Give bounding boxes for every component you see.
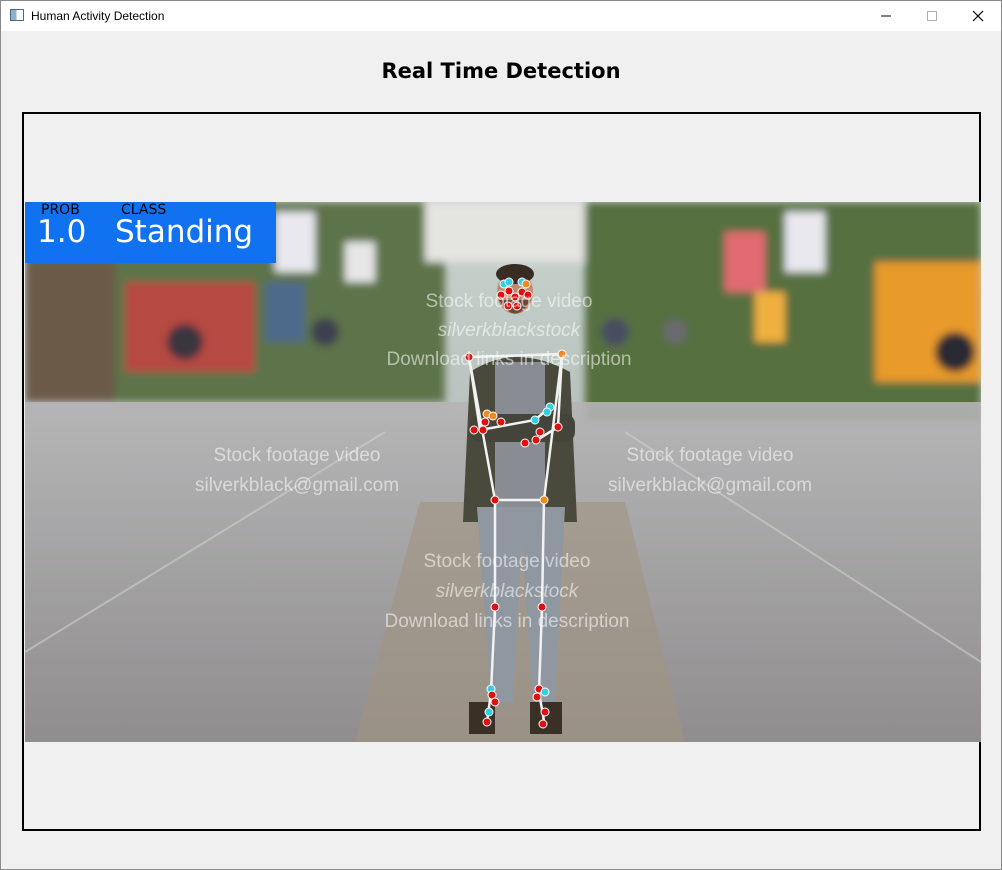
watermark-stock-right: Stock footage video (627, 445, 794, 466)
minimize-icon (881, 15, 891, 17)
pose-landmark-point (488, 411, 498, 421)
maximize-icon (927, 11, 937, 21)
watermark-stock-left: Stock footage video (214, 445, 381, 466)
watermark-stock-top: Stock footage video (426, 291, 593, 312)
watermark-brand-bottom: silverkblackstock (436, 581, 580, 602)
video-frame: Stock footage video silverkblackstock Do… (22, 112, 981, 831)
close-icon (972, 10, 984, 22)
close-button[interactable] (955, 1, 1001, 31)
watermark-brand-top: silverkblackstock (438, 320, 582, 341)
pose-landmark-point (537, 602, 547, 612)
pose-landmark-point (490, 495, 500, 505)
pose-landmark-point (535, 427, 545, 437)
pose-landmark-point (469, 425, 479, 435)
window-title: Human Activity Detection (31, 9, 165, 23)
pose-landmark-point (504, 277, 514, 287)
pose-landmark-point (538, 719, 548, 729)
pose-landmark-point (521, 279, 531, 289)
watermark-email-left: silverkblack@gmail.com (195, 475, 399, 496)
prob-value: 1.0 (37, 214, 87, 250)
app-window: Human Activity Detection Real Time Detec… (0, 0, 1002, 870)
pose-landmark-point (484, 707, 494, 717)
pose-landmark-point (496, 417, 506, 427)
watermark-download-top: Download links in description (386, 349, 631, 370)
pose-landmark-point (539, 495, 549, 505)
pose-landmark-point (542, 407, 552, 417)
pose-landmark-point (532, 692, 542, 702)
pose-landmark-point (490, 602, 500, 612)
watermark-stock-bottom: Stock footage video (424, 551, 591, 572)
title-bar[interactable]: Human Activity Detection (1, 1, 1001, 31)
pose-landmark-point (553, 422, 563, 432)
watermark-email-right: silverkblack@gmail.com (608, 475, 812, 496)
detection-badge: PROB CLASS 1.0 Standing (25, 202, 276, 263)
pose-landmark-point (531, 435, 541, 445)
pose-landmark-point (540, 707, 550, 717)
pose-landmark-point (540, 687, 550, 697)
pose-landmark-point (520, 438, 530, 448)
minimize-button[interactable] (863, 1, 909, 31)
app-icon (10, 9, 24, 21)
pose-landmark-point (530, 415, 540, 425)
video-feed: Stock footage video silverkblackstock Do… (25, 202, 981, 742)
watermark-download-bottom: Download links in description (384, 611, 629, 632)
pose-landmark-point (482, 717, 492, 727)
pose-landmark-point (490, 697, 500, 707)
video-scene: Stock footage video silverkblackstock Do… (25, 202, 981, 742)
pose-landmark-point (480, 417, 490, 427)
page-title: Real Time Detection (381, 59, 621, 83)
maximize-button[interactable] (909, 1, 955, 31)
class-value: Standing (115, 214, 254, 250)
pose-landmark-point (478, 425, 488, 435)
